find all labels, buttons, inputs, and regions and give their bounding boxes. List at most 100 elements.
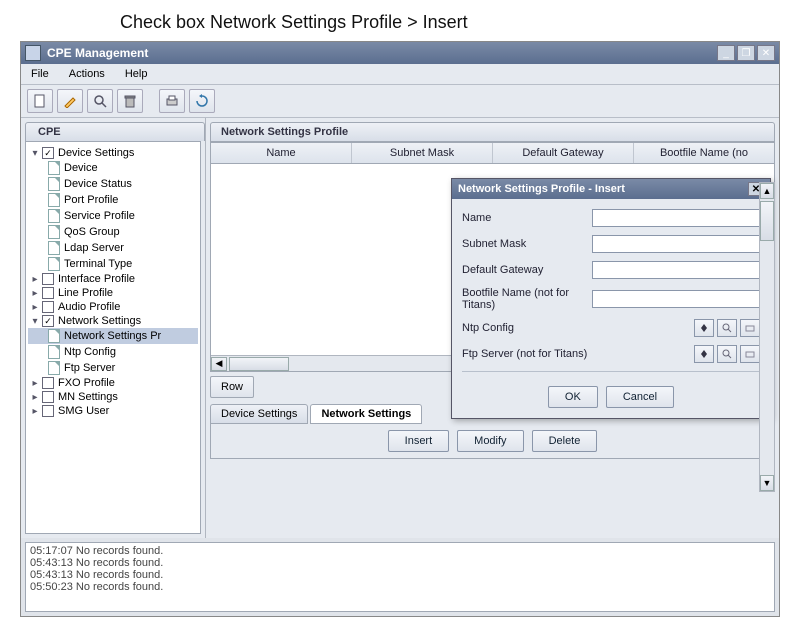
delete-icon[interactable] (117, 89, 143, 113)
tab-device-settings[interactable]: Device Settings (210, 404, 308, 424)
ftp-clear-icon[interactable] (740, 345, 760, 363)
cancel-button[interactable]: Cancel (606, 386, 674, 408)
menubar: File Actions Help (21, 64, 779, 85)
app-icon (25, 45, 41, 61)
menu-actions[interactable]: Actions (65, 66, 109, 82)
expand-icon[interactable]: ▸ (30, 378, 40, 389)
tree-label: Service Profile (64, 210, 135, 222)
page-icon (48, 241, 60, 255)
new-icon[interactable] (27, 89, 53, 113)
tree-label: Ntp Config (64, 346, 116, 358)
checkbox-icon[interactable] (42, 377, 54, 389)
page-icon (48, 345, 60, 359)
restore-button[interactable]: ❐ (737, 45, 755, 61)
label-ntp: Ntp Config (462, 322, 592, 334)
tree-label: Audio Profile (58, 301, 120, 313)
checkbox-icon[interactable]: ✓ (42, 147, 54, 159)
tree-item[interactable]: Service Profile (28, 208, 198, 224)
log-line: 05:17:07 No records found. (30, 545, 770, 557)
scroll-thumb[interactable] (229, 357, 289, 371)
th-gateway[interactable]: Default Gateway (493, 143, 634, 163)
tree-item[interactable]: ▸ Audio Profile (28, 300, 198, 314)
tree-item[interactable]: ▸SMG User (28, 404, 198, 418)
expand-icon[interactable]: ▸ (30, 406, 40, 417)
close-button[interactable]: ✕ (757, 45, 775, 61)
search-icon[interactable] (87, 89, 113, 113)
tree-item[interactable]: Ntp Config (28, 344, 198, 360)
th-subnet[interactable]: Subnet Mask (352, 143, 493, 163)
label-bootfile: Bootfile Name (not for Titans) (462, 287, 592, 311)
expand-icon[interactable]: ▸ (30, 274, 40, 285)
edit-icon[interactable] (57, 89, 83, 113)
page-caption: Check box Network Settings Profile > Ins… (120, 12, 800, 33)
page-icon (48, 361, 60, 375)
tree-item[interactable]: Port Profile (28, 192, 198, 208)
tree-label: Device Settings (58, 147, 134, 159)
tree-item[interactable]: Network Settings Pr (28, 328, 198, 344)
tree-item[interactable]: Device Status (28, 176, 198, 192)
ntp-lookup-icon[interactable] (694, 319, 714, 337)
expand-icon[interactable]: ▾ (30, 148, 40, 159)
scroll-up-icon[interactable]: ▲ (760, 183, 774, 199)
ftp-search-icon[interactable] (717, 345, 737, 363)
refresh-icon[interactable] (189, 89, 215, 113)
scroll-down-icon[interactable]: ▼ (760, 475, 774, 491)
insert-button[interactable]: Insert (388, 430, 450, 452)
app-window: CPE Management _ ❐ ✕ File Actions Help C… (20, 41, 780, 617)
page-icon (48, 225, 60, 239)
th-name[interactable]: Name (211, 143, 352, 163)
menu-file[interactable]: File (27, 66, 53, 82)
tree-item[interactable]: ▾✓Network Settings (28, 314, 198, 328)
minimize-button[interactable]: _ (717, 45, 735, 61)
checkbox-icon[interactable] (42, 273, 54, 285)
v-scroll-thumb[interactable] (760, 201, 774, 241)
tab-cpe[interactable]: CPE (25, 122, 205, 141)
delete-button[interactable]: Delete (532, 430, 598, 452)
input-name[interactable] (592, 209, 760, 227)
checkbox-icon[interactable] (42, 405, 54, 417)
tree-label: Device (64, 162, 98, 174)
expand-icon[interactable]: ▾ (30, 316, 40, 327)
scroll-left-icon[interactable]: ◀ (211, 357, 227, 371)
tree-item[interactable]: Terminal Type (28, 256, 198, 272)
th-bootfile[interactable]: Bootfile Name (no (634, 143, 774, 163)
tree-item[interactable]: ▸FXO Profile (28, 376, 198, 390)
input-gateway[interactable] (592, 261, 760, 279)
tree-item[interactable]: ▸ MN Settings (28, 390, 198, 404)
tree-item[interactable]: ▸Interface Profile (28, 272, 198, 286)
tree-item[interactable]: Device (28, 160, 198, 176)
tree-item[interactable]: ▸Line Profile (28, 286, 198, 300)
tree-label: MN Settings (58, 391, 118, 403)
expand-icon[interactable]: ▸ (30, 302, 40, 313)
ftp-lookup-icon[interactable] (694, 345, 714, 363)
expand-icon[interactable]: ▸ (30, 392, 40, 403)
expand-icon[interactable]: ▸ (30, 288, 40, 299)
row-counter: Row (210, 376, 254, 398)
modify-button[interactable]: Modify (457, 430, 523, 452)
v-scrollbar[interactable]: ▲ ▼ (759, 182, 775, 492)
print-icon[interactable] (159, 89, 185, 113)
checkbox-icon[interactable] (42, 301, 54, 313)
tab-network-settings[interactable]: Network Settings (310, 404, 422, 424)
panel-tab[interactable]: Network Settings Profile (210, 122, 775, 142)
input-subnet[interactable] (592, 235, 760, 253)
input-bootfile[interactable] (592, 290, 760, 308)
menu-help[interactable]: Help (121, 66, 152, 82)
label-name: Name (462, 212, 592, 224)
checkbox-icon[interactable]: ✓ (42, 315, 54, 327)
ntp-search-icon[interactable] (717, 319, 737, 337)
log-line: 05:43:13 No records found. (30, 569, 770, 581)
tree-item[interactable]: Ftp Server (28, 360, 198, 376)
tree-item[interactable]: QoS Group (28, 224, 198, 240)
window-title: CPE Management (47, 46, 717, 60)
ntp-clear-icon[interactable] (740, 319, 760, 337)
left-panel: CPE ▾✓Device SettingsDeviceDevice Status… (21, 118, 206, 538)
label-subnet: Subnet Mask (462, 238, 592, 250)
checkbox-icon[interactable] (42, 391, 54, 403)
page-icon (48, 329, 60, 343)
ok-button[interactable]: OK (548, 386, 598, 408)
tree-item[interactable]: Ldap Server (28, 240, 198, 256)
checkbox-icon[interactable] (42, 287, 54, 299)
tree-item[interactable]: ▾✓ Device Settings (28, 146, 198, 160)
tree-label: Port Profile (64, 194, 118, 206)
